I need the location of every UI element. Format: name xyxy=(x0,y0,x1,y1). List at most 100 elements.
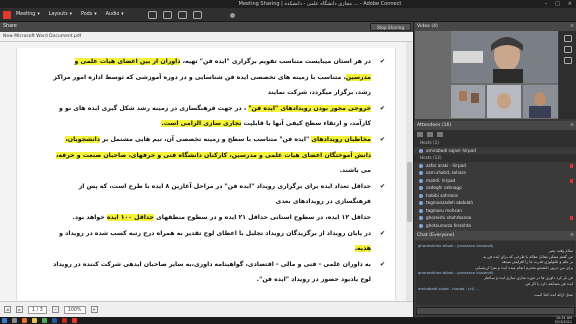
speaker-icon[interactable] xyxy=(148,11,157,19)
clock-date: 5/13/2021 xyxy=(554,319,572,324)
taskbar-clock: 10:31 AM 5/13/2021 xyxy=(554,316,572,324)
attendee-item[interactable]: tegmanzadeh abdolah xyxy=(414,199,576,207)
zoom-in-icon[interactable]: + xyxy=(90,306,98,313)
chrome-icon[interactable] xyxy=(42,318,47,323)
video-pod-header: Video (4) ≡ xyxy=(414,22,576,31)
pod-menu-icon[interactable]: ≡ xyxy=(570,22,574,31)
chat-messages[interactable]: ghoreishiroo bibak : (prosaran bizzandi)… xyxy=(416,241,575,305)
document-line: لوح یادبود حضور در رویداد "ایده فن". xyxy=(257,276,371,284)
highlighted-text: دانش آموختگان اعضای هیات علمی و مدرسین، … xyxy=(56,151,371,159)
attendees-pod: Attendees (16) ≡ Hosts (1) amirabadi saja… xyxy=(414,121,576,258)
document-text: ، متناسب با زمینه های تخصصی ایده فن شناس… xyxy=(53,73,346,81)
right-column: Video (4) ≡ Attendees (16) ≡ Hosts (1) a… xyxy=(413,22,576,317)
pdf-scrollbar[interactable] xyxy=(406,42,413,301)
camera-icon[interactable] xyxy=(178,11,187,19)
window-title: Meeting Sharing | مجازی دانشگاه علمی - د… xyxy=(238,1,402,7)
share-pod: Share ⤢ ≡ Stop Sharing New Microsoft Wor… xyxy=(0,22,413,317)
checkmark-bullet-icon: ✔ xyxy=(379,182,385,190)
document-line: در پایان رویداد از برگزیدگان رویداد تجلی… xyxy=(59,230,371,238)
video-feed[interactable] xyxy=(415,31,558,119)
firefox-icon[interactable] xyxy=(22,318,27,323)
zoom-level[interactable]: 100% xyxy=(63,305,86,314)
record-icon[interactable] xyxy=(230,13,235,18)
close-icon[interactable]: × xyxy=(568,0,572,8)
pdf-canvas[interactable]: در هر استان میبایست متناسب تقویم برگزاری… xyxy=(0,42,413,301)
next-page-icon[interactable]: ▸ xyxy=(16,306,23,313)
chat-pod-header: Chat (Everyone) ≡ xyxy=(414,231,576,240)
attendee-item[interactable]: asfar araki - hirpad xyxy=(414,162,576,170)
list-view-icon[interactable] xyxy=(417,132,423,137)
document-text: در هر استان میبایست متناسب تقویم برگزاری… xyxy=(180,58,371,65)
menu-pods[interactable]: Pods ▾ xyxy=(81,12,97,17)
attendee-item[interactable]: habibi sahranis xyxy=(414,192,576,200)
status-icon[interactable] xyxy=(427,132,433,137)
camera-icon[interactable] xyxy=(563,35,572,42)
checkmark-bullet-icon: ✔ xyxy=(379,260,385,268)
attendee-section-header: Hosts (1) xyxy=(414,139,576,147)
chat-input[interactable] xyxy=(416,307,575,315)
prev-page-icon[interactable]: ◂ xyxy=(4,306,11,313)
document-line: خروجی محور بودن رویدادهای "ایده فن" ، در… xyxy=(59,104,371,113)
checkmark-bullet-icon: ✔ xyxy=(379,136,385,143)
search-icon[interactable] xyxy=(12,318,17,323)
taskbar: 10:31 AM 5/13/2021 xyxy=(0,316,576,324)
toolbar-icons xyxy=(148,11,202,19)
microphone-icon[interactable] xyxy=(163,11,172,19)
pod-menu-icon[interactable]: ≡ xyxy=(570,231,574,240)
window-controls: – □ × xyxy=(545,0,572,8)
start-icon[interactable] xyxy=(2,318,7,323)
zoom-out-icon[interactable]: − xyxy=(51,306,59,313)
attendee-item[interactable]: sam.shahd, zohara xyxy=(414,169,576,177)
checkmark-bullet-icon: ✔ xyxy=(379,58,385,65)
menu-meeting[interactable]: Meeting ▾ xyxy=(16,12,40,17)
document-line: رشد، برگزار میگردد، شرکت نمایند xyxy=(268,89,371,97)
share-pod-header: Share ⤢ ≡ Stop Sharing xyxy=(0,22,413,32)
filmstrip-icon[interactable] xyxy=(563,57,572,64)
highlighted-text: خروجی محور بودن رویدادهای "ایده فن" xyxy=(248,104,371,112)
adobe-connect-icon[interactable] xyxy=(72,318,77,323)
chat-pod: Chat (Everyone) ≡ ghoreishiroo bibak : (… xyxy=(414,231,576,317)
maximize-icon[interactable]: □ xyxy=(555,0,560,8)
folder-icon[interactable] xyxy=(32,318,37,323)
document-text: خواهد بود. xyxy=(72,214,107,221)
menubar: Meeting ▾ Layouts ▾ Pods ▾ Audio ▾ xyxy=(0,8,576,22)
adobe-connect-logo-icon xyxy=(3,10,11,19)
attendee-item[interactable]: ghotourneza fereshte xyxy=(414,222,576,230)
page-indicator[interactable]: 1 / 3 xyxy=(28,305,47,314)
scrollbar-thumb[interactable] xyxy=(407,162,412,222)
chat-message: محل ارائه ایده کجا است xyxy=(534,291,573,297)
pdf-reader-icon[interactable] xyxy=(62,318,67,323)
document-line: کارآمد، و ارتقاء سطح کیفی آنها با قابلیت… xyxy=(161,120,371,128)
video-side-controls xyxy=(559,31,576,119)
document-line: به داوران علمی - فنی و مالی - اقتصادی، گ… xyxy=(53,261,371,269)
attendee-item[interactable]: sadeghi sahnagp xyxy=(414,184,576,192)
highlighted-text: تجاری سازی الزامی است. xyxy=(161,120,242,128)
attendee-item[interactable]: amirabadi sajad- hirpad xyxy=(414,147,576,155)
highlighted-text: دانشجویان، xyxy=(65,136,100,143)
raise-hand-icon[interactable] xyxy=(193,11,202,19)
attendee-item[interactable]: mahdi. hirpad xyxy=(414,177,576,185)
menu-audio[interactable]: Audio ▾ xyxy=(106,12,124,17)
pod-menu-icon[interactable]: ≡ xyxy=(570,121,574,130)
word-icon[interactable] xyxy=(52,318,57,323)
highlighted-text: مدرسین xyxy=(345,73,371,81)
stop-sharing-button[interactable]: Stop Sharing xyxy=(370,23,411,31)
menu-layouts[interactable]: Layouts ▾ xyxy=(49,12,72,17)
document-text: در پایان رویداد از برگزیدگان رویداد تجلی… xyxy=(59,229,371,237)
document-line: در هر استان میبایست متناسب تقویم برگزاری… xyxy=(74,58,371,66)
attendee-item[interactable]: tagmaru mohsan xyxy=(414,207,576,215)
settings-icon[interactable] xyxy=(563,46,572,53)
chevron-down-icon: ▾ xyxy=(69,12,72,17)
video-pod: Video (4) ≡ xyxy=(414,22,576,121)
attendee-item[interactable]: ghoreishi shahrbanoo xyxy=(414,214,576,222)
document-text: رشد، برگزار میگردد، شرکت نمایند xyxy=(267,89,371,97)
checkmark-bullet-icon: ✔ xyxy=(379,229,385,237)
chevron-down-icon: ▾ xyxy=(94,12,97,17)
chevron-down-icon: ▾ xyxy=(121,12,124,17)
document-line: مدرسین، متناسب با زمینه های تخصصی ایده ف… xyxy=(53,73,371,82)
minimize-icon[interactable]: – xyxy=(545,0,548,8)
chevron-down-icon: ▾ xyxy=(37,12,40,17)
document-text: کارآمد، و ارتقاء سطح کیفی آنها با قابلیت xyxy=(241,120,371,128)
options-icon[interactable] xyxy=(437,132,443,137)
highlighted-text: مخاطبان رویدادهای xyxy=(311,136,371,143)
